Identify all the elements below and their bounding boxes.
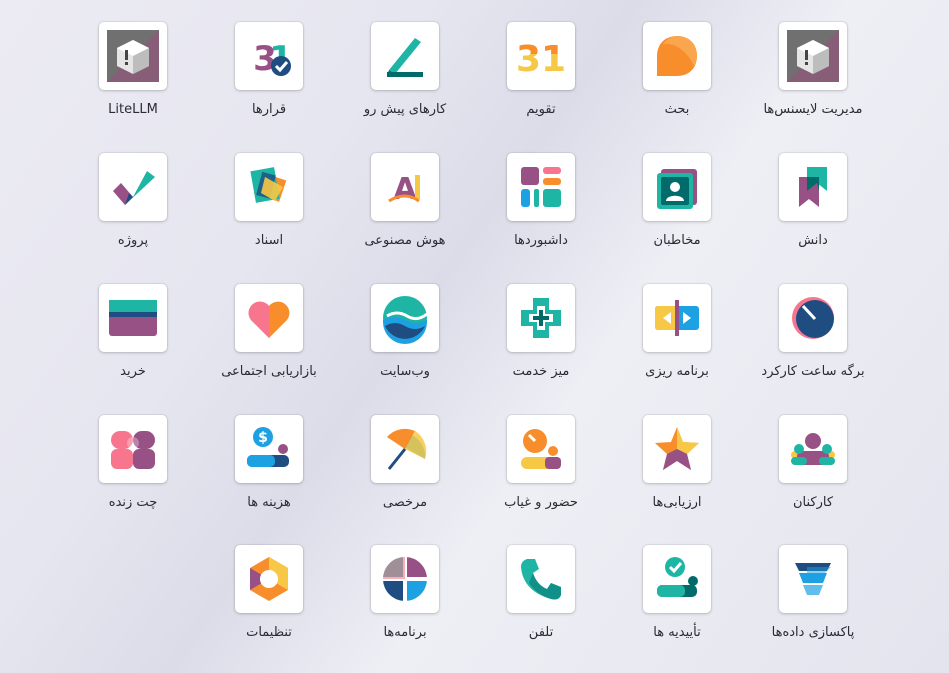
app-label: مخاطبان (653, 233, 701, 248)
app-knowledge[interactable]: دانش (745, 131, 881, 251)
app-label: مدیریت لایسنس‌ها (763, 102, 863, 117)
planning-arrows-icon[interactable] (643, 284, 711, 352)
app-settings[interactable]: تنظیمات (201, 523, 337, 643)
heart-icon[interactable] (235, 284, 303, 352)
chat-bubble-icon[interactable] (643, 22, 711, 90)
app-appointments[interactable]: 31 قرارها (201, 0, 337, 120)
app-label: کارکنان (792, 495, 834, 510)
app-calendar[interactable]: 31 31 تقویم (473, 0, 609, 120)
app-label: وب‌سایت (380, 364, 430, 379)
app-contacts[interactable]: مخاطبان (609, 131, 745, 251)
app-label: حضور و غیاب (504, 495, 578, 510)
app-planning[interactable]: برنامه ریزی (609, 262, 745, 382)
app-label: برگه ساعت کارکرد (761, 364, 865, 379)
box-icon[interactable] (779, 22, 847, 90)
app-website[interactable]: وب‌سایت (337, 262, 473, 382)
app-label: برنامه ریزی (645, 364, 709, 379)
app-label: برنامه‌ها (383, 625, 427, 640)
app-social-marketing[interactable]: بازاریابی اجتماعی (201, 262, 337, 382)
globe-wave-icon[interactable] (371, 284, 439, 352)
documents-icon[interactable] (235, 153, 303, 221)
timer-icon[interactable] (779, 284, 847, 352)
app-label: ارزیابی‌ها (652, 495, 702, 510)
app-documents[interactable]: اسناد (201, 131, 337, 251)
app-discuss[interactable]: بحث (609, 0, 745, 120)
app-label: دانش (798, 233, 828, 248)
app-litellm[interactable]: LiteLLM (65, 0, 201, 120)
app-label: LiteLLM (108, 102, 158, 117)
live-chat-icon[interactable] (99, 415, 167, 483)
settings-hexagon-icon[interactable] (235, 545, 303, 613)
app-todo[interactable]: کارهای پیش رو (337, 0, 473, 120)
app-label: چت زنده (108, 495, 158, 510)
app-apps[interactable]: برنامه‌ها (337, 523, 473, 643)
app-label: تقویم (526, 102, 556, 117)
app-data-cleaning[interactable]: پاکسازی داده‌ها (745, 523, 881, 643)
pen-stroke-icon[interactable] (371, 22, 439, 90)
credit-card-icon[interactable] (99, 284, 167, 352)
app-dashboards[interactable]: داشبوردها (473, 131, 609, 251)
star-icon[interactable] (643, 415, 711, 483)
svg-text:A: A (393, 172, 417, 207)
app-ai[interactable]: A هوش مصنوعی (337, 131, 473, 251)
app-helpdesk[interactable]: میز خدمت (473, 262, 609, 382)
app-live-chat[interactable]: چت زنده (65, 393, 201, 513)
app-approvals[interactable]: تأییدیه ها (609, 523, 745, 643)
svg-text:$: $ (258, 430, 268, 446)
app-label: خرید (120, 364, 146, 379)
app-employees[interactable]: کارکنان (745, 393, 881, 513)
app-expenses[interactable]: $ هزینه ها (201, 393, 337, 513)
app-label: بازاریابی اجتماعی (221, 364, 317, 379)
app-label: قرارها (251, 102, 287, 117)
data-cleaning-icon[interactable] (779, 545, 847, 613)
calendar-check-icon[interactable]: 31 (235, 22, 303, 90)
apps-wheel-icon[interactable] (371, 545, 439, 613)
app-label: مرخصی (382, 495, 428, 510)
app-purchase[interactable]: خرید (65, 262, 201, 382)
app-label: اسناد (254, 233, 284, 248)
app-phone[interactable]: تلفن (473, 523, 609, 643)
app-label: بحث (664, 102, 690, 117)
check-icon[interactable] (99, 153, 167, 221)
app-label: تأییدیه ها (653, 625, 701, 640)
app-label: تلفن (528, 625, 554, 640)
box-icon[interactable] (99, 22, 167, 90)
app-label: پروژه (117, 233, 149, 248)
bookmark-icon[interactable] (779, 153, 847, 221)
contact-card-icon[interactable] (643, 153, 711, 221)
app-label: هزینه ها (247, 495, 291, 510)
app-project[interactable]: پروژه (65, 131, 201, 251)
approval-icon[interactable] (643, 545, 711, 613)
app-label: هوش مصنوعی (364, 233, 446, 248)
app-time-off[interactable]: مرخصی (337, 393, 473, 513)
cross-lifebuoy-icon[interactable] (507, 284, 575, 352)
app-license-management[interactable]: مدیریت لایسنس‌ها (745, 0, 881, 120)
app-timesheets[interactable]: برگه ساعت کارکرد (745, 262, 881, 382)
ai-icon[interactable]: A (371, 153, 439, 221)
phone-icon[interactable] (507, 545, 575, 613)
attendance-icon[interactable] (507, 415, 575, 483)
app-label: کارهای پیش رو (363, 102, 447, 117)
app-appraisals[interactable]: ارزیابی‌ها (609, 393, 745, 513)
app-label: داشبوردها (514, 233, 568, 248)
app-label: میز خدمت (512, 364, 570, 379)
calendar-31-icon[interactable]: 31 31 (507, 22, 575, 90)
app-label: تنظیمات (246, 625, 292, 640)
umbrella-icon[interactable] (371, 415, 439, 483)
dashboard-icon[interactable] (507, 153, 575, 221)
app-label: پاکسازی داده‌ها (771, 625, 855, 640)
app-attendances[interactable]: حضور و غیاب (473, 393, 609, 513)
money-hand-icon[interactable]: $ (235, 415, 303, 483)
app-launcher-grid: مدیریت لایسنس‌ها بحث 31 31 تقویم کارهای پیش ر… (0, 0, 949, 673)
people-icon[interactable] (779, 415, 847, 483)
